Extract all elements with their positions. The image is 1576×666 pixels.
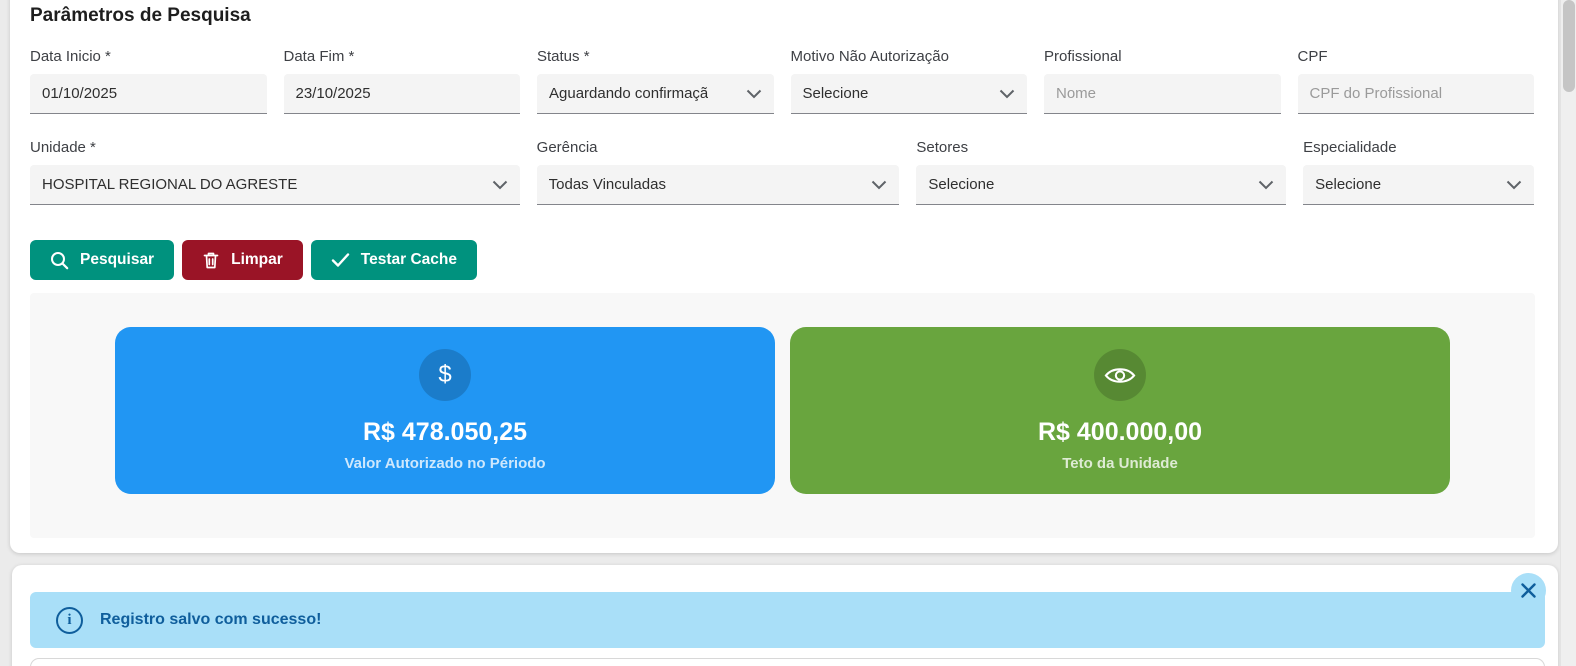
data-inicio-label: Data Inicio * [30,48,111,65]
status-label: Status * [537,48,590,65]
search-parameters-card: Parâmetros de Pesquisa Data Inicio * Dat… [10,0,1558,553]
setores-selected-value: Selecione [928,176,995,193]
eye-icon [1094,349,1146,401]
field-data-fim: Data Fim * [283,48,520,114]
authorized-value-label: Valor Autorizado no Périodo [344,455,546,472]
motivo-selected-value: Selecione [802,85,869,102]
field-cpf: CPF [1297,48,1534,114]
test-cache-button-label: Testar Cache [360,251,457,268]
authorized-value: R$ 478.050,25 [362,418,528,446]
motivo-label: Motivo Não Autorização [790,48,949,65]
next-panel-top-edge [30,658,1545,666]
gerencia-label: Gerência [536,139,598,156]
clear-button-label: Limpar [231,251,283,268]
especialidade-label: Especialidade [1303,139,1397,156]
alert-message: Registro salvo com sucesso! [100,611,322,628]
search-icon [51,251,69,269]
field-status: Status * Aguardando confirmaçã [537,48,774,114]
field-motivo-nao-autorizacao: Motivo Não Autorização Selecione [790,48,1027,114]
field-unidade: Unidade * HOSPITAL REGIONAL DO AGRESTE [30,139,520,205]
profissional-input[interactable] [1044,74,1281,114]
gerencia-select[interactable]: Todas Vinculadas [536,165,900,205]
search-button[interactable]: Pesquisar [30,240,175,280]
data-inicio-input[interactable] [30,74,267,114]
alert-close-button[interactable] [1511,573,1546,608]
especialidade-selected-value: Selecione [1315,176,1382,193]
data-fim-label: Data Fim * [283,48,355,65]
dollar-icon: $ [419,349,471,401]
field-data-inicio: Data Inicio * [30,48,267,114]
chevron-down-icon [1506,180,1522,189]
search-button-label: Pesquisar [80,251,155,268]
unidade-label: Unidade * [30,139,96,156]
test-cache-button[interactable]: Testar Cache [310,240,477,280]
trash-icon [203,252,219,268]
page-scrollbar[interactable] [1560,0,1576,666]
chevron-down-icon [492,180,507,189]
message-card: i Registro salvo com sucesso! [12,565,1558,666]
gerencia-selected-value: Todas Vinculadas [548,176,666,193]
chevron-down-icon [746,89,761,98]
stats-panel: $ R$ 478.050,25 Valor Autorizado no Péri… [30,293,1535,538]
status-selected-value: Aguardando confirmaçã [549,85,709,102]
form-row-2: Unidade * HOSPITAL REGIONAL DO AGRESTE G… [30,139,1534,205]
dollar-glyph: $ [438,361,452,388]
page-title: Parâmetros de Pesquisa [30,5,251,26]
especialidade-select[interactable]: Selecione [1303,165,1534,205]
success-alert: i Registro salvo com sucesso! [30,592,1545,648]
status-select[interactable]: Aguardando confirmaçã [537,74,774,114]
field-gerencia: Gerência Todas Vinculadas [536,139,900,205]
scrollbar-thumb[interactable] [1563,0,1575,92]
field-especialidade: Especialidade Selecione [1303,139,1534,205]
motivo-select[interactable]: Selecione [790,74,1027,114]
info-icon: i [56,606,83,634]
close-icon [1521,583,1536,598]
form-row-1: Data Inicio * Data Fim * Status * Aguard… [30,48,1534,114]
profissional-label: Profissional [1044,48,1122,65]
chevron-down-icon [1258,180,1274,189]
info-glyph: i [67,611,72,628]
authorized-value-card: $ R$ 478.050,25 Valor Autorizado no Péri… [115,327,775,494]
data-fim-input[interactable] [283,74,520,114]
unidade-select[interactable]: HOSPITAL REGIONAL DO AGRESTE [30,165,520,205]
cpf-label: CPF [1297,48,1328,65]
unit-ceiling-card: R$ 400.000,00 Teto da Unidade [790,327,1450,494]
setores-label: Setores [916,139,969,156]
field-setores: Setores Selecione [916,139,1287,205]
chevron-down-icon [872,180,887,189]
check-icon [331,253,349,267]
unit-ceiling-label: Teto da Unidade [1062,455,1178,472]
unidade-selected-value: HOSPITAL REGIONAL DO AGRESTE [42,176,298,193]
cpf-input[interactable] [1297,74,1534,114]
setores-select[interactable]: Selecione [916,165,1287,205]
clear-button[interactable]: Limpar [182,240,303,280]
field-profissional: Profissional [1044,48,1281,114]
chevron-down-icon [999,89,1015,98]
action-button-row: Pesquisar Limpar Testar Cache [30,240,1534,280]
unit-ceiling-value: R$ 400.000,00 [1037,418,1203,446]
